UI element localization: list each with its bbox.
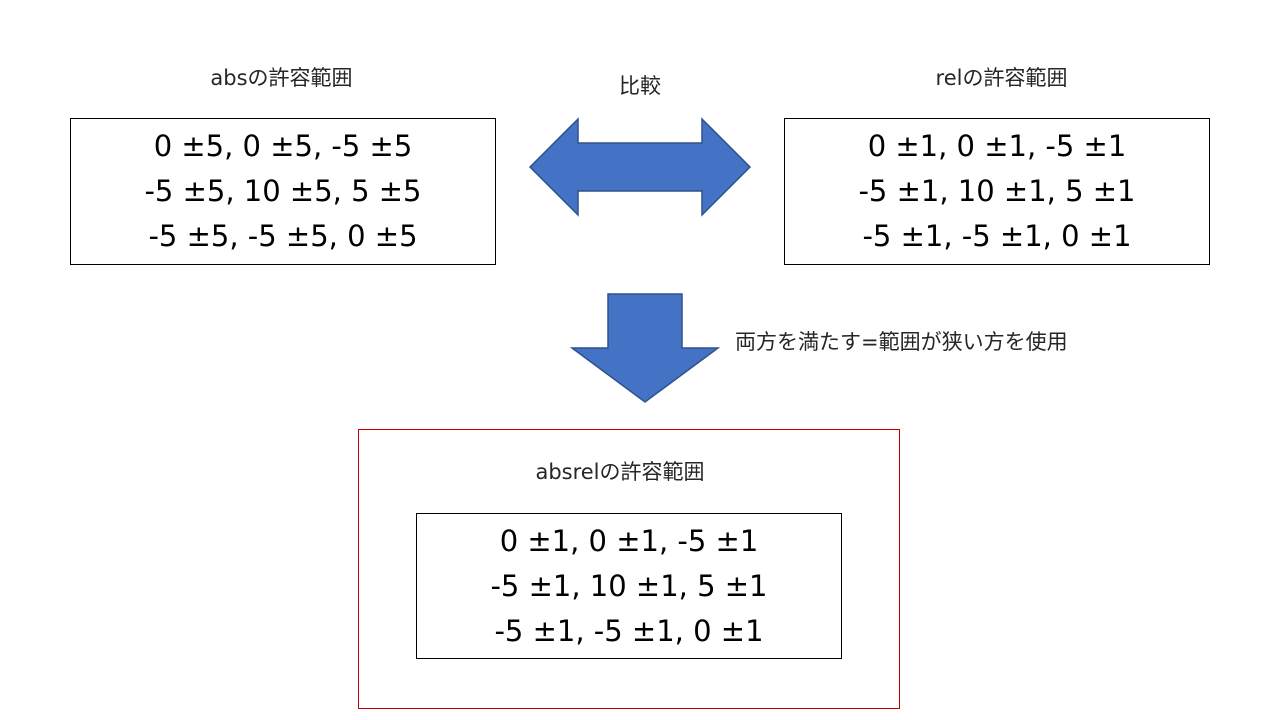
down-arrow-shape <box>569 293 721 403</box>
absrel-line: 0 ±1, 0 ±1, -5 ±1 <box>499 523 759 558</box>
abs-title: absの許容範囲 <box>210 66 353 90</box>
abs-line: -5 ±5, 10 ±5, 5 ±5 <box>144 174 422 208</box>
absrel-box: 0 ±1, 0 ±1, -5 ±1 -5 ±1, 10 ±1, 5 ±1 -5 … <box>416 513 842 659</box>
absrel-line: -5 ±1, -5 ±1, 0 ±1 <box>494 613 764 648</box>
double-arrow-shape <box>528 117 752 217</box>
absrel-title: absrelの許容範囲 <box>535 460 705 484</box>
abs-line: 0 ±5, 0 ±5, -5 ±5 <box>153 129 413 163</box>
rel-line: -5 ±1, 10 ±1, 5 ±1 <box>858 174 1136 208</box>
compare-label: 比較 <box>619 74 661 98</box>
absrel-line: -5 ±1, 10 ±1, 5 ±1 <box>490 568 768 603</box>
double-arrow-icon <box>528 117 752 217</box>
slide: absの許容範囲 0 ±5, 0 ±5, -5 ±5 -5 ±5, 10 ±5,… <box>0 0 1280 720</box>
down-label: 両方を満たす=範囲が狭い方を使用 <box>735 330 1068 354</box>
down-arrow-icon <box>569 293 721 403</box>
rel-box: 0 ±1, 0 ±1, -5 ±1 -5 ±1, 10 ±1, 5 ±1 -5 … <box>784 118 1210 265</box>
rel-line: 0 ±1, 0 ±1, -5 ±1 <box>867 129 1127 163</box>
rel-line: -5 ±1, -5 ±1, 0 ±1 <box>862 219 1132 253</box>
abs-box: 0 ±5, 0 ±5, -5 ±5 -5 ±5, 10 ±5, 5 ±5 -5 … <box>70 118 496 265</box>
rel-title: relの許容範囲 <box>935 66 1068 90</box>
abs-line: -5 ±5, -5 ±5, 0 ±5 <box>148 219 418 253</box>
